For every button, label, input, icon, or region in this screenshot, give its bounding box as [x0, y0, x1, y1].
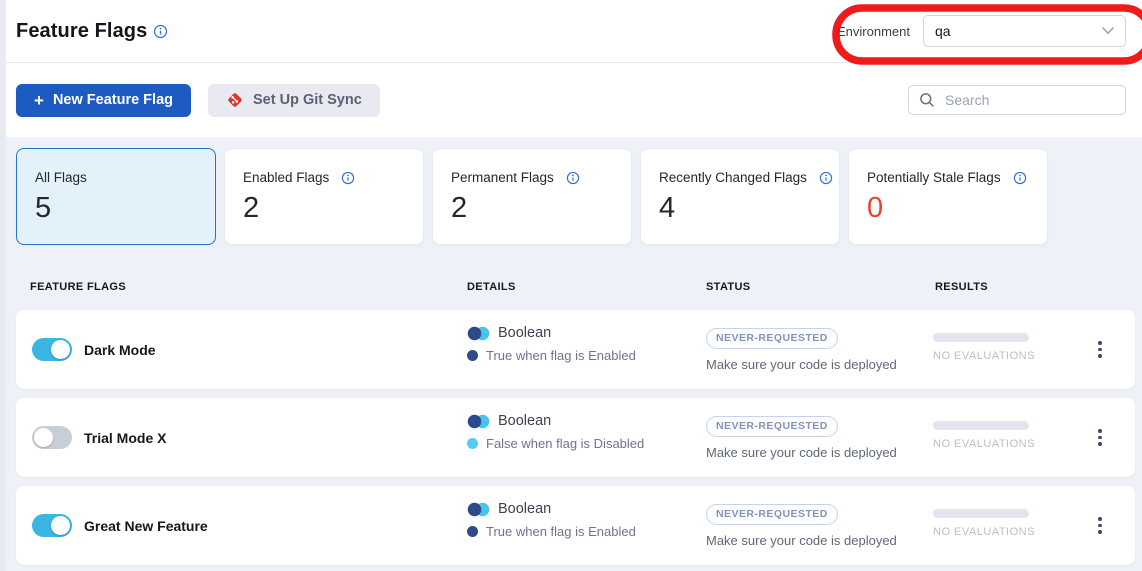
table-row[interactable]: Dark Mode Boolean True when flag is Enab…: [16, 310, 1135, 389]
row-menu-button[interactable]: [1088, 512, 1112, 540]
table-row[interactable]: Great New Feature Boolean True when flag…: [16, 486, 1135, 565]
results-label: NO EVALUATIONS: [933, 350, 1035, 362]
stat-card-all-flags[interactable]: All Flags 5: [16, 148, 216, 245]
page-header: Feature Flags Environment qa: [0, 0, 1142, 63]
search-icon: [919, 92, 935, 108]
environment-control: Environment qa: [837, 15, 1126, 47]
stat-value: 5: [35, 192, 203, 225]
stat-card-recently-changed-flags[interactable]: Recently Changed Flags 4: [640, 148, 840, 245]
stat-card-permanent-flags[interactable]: Permanent Flags 2: [432, 148, 632, 245]
flag-name[interactable]: Dark Mode: [84, 342, 156, 358]
flag-results: NO EVALUATIONS: [933, 421, 1035, 450]
flag-type-label: Boolean: [498, 413, 551, 429]
boolean-type-icon: [467, 414, 490, 429]
info-icon[interactable]: [153, 24, 168, 39]
row-menu-button[interactable]: [1088, 336, 1112, 364]
rule-text: True when flag is Enabled: [486, 524, 636, 539]
rule-text: False when flag is Disabled: [486, 436, 644, 451]
flag-status: NEVER-REQUESTED Make sure your code is d…: [706, 328, 897, 372]
search-box: [908, 85, 1126, 115]
flag-name[interactable]: Great New Feature: [84, 518, 208, 534]
flag-type-label: Boolean: [498, 501, 551, 517]
flag-status: NEVER-REQUESTED Make sure your code is d…: [706, 504, 897, 548]
results-label: NO EVALUATIONS: [933, 438, 1035, 450]
table-header: FEATURE FLAGS DETAILS STATUS RESULTS: [16, 245, 1142, 310]
stat-card-enabled-flags[interactable]: Enabled Flags 2: [224, 148, 424, 245]
results-bar: [933, 509, 1029, 518]
new-feature-flag-label: New Feature Flag: [53, 92, 173, 108]
rule-text: True when flag is Enabled: [486, 348, 636, 363]
stat-card-potentially-stale-flags[interactable]: Potentially Stale Flags 0: [848, 148, 1048, 245]
toggle-knob: [51, 516, 70, 535]
page-gutter: [0, 0, 6, 571]
row-menu-button[interactable]: [1088, 424, 1112, 452]
status-badge: NEVER-REQUESTED: [706, 416, 838, 437]
search-input[interactable]: [943, 91, 1115, 109]
stats-cards: All Flags 5 Enabled Flags 2 Permanent Fl…: [16, 148, 1142, 245]
plus-icon: +: [34, 92, 44, 109]
flag-results: NO EVALUATIONS: [933, 509, 1035, 538]
status-text: Make sure your code is deployed: [706, 445, 897, 460]
main-content: All Flags 5 Enabled Flags 2 Permanent Fl…: [0, 137, 1142, 565]
stat-label: All Flags: [35, 170, 87, 185]
info-icon[interactable]: [566, 171, 580, 185]
info-icon[interactable]: [341, 171, 355, 185]
rule-value-dot: [467, 438, 478, 449]
new-feature-flag-button[interactable]: + New Feature Flag: [16, 84, 191, 117]
stat-label: Potentially Stale Flags: [867, 170, 1001, 185]
git-icon: [226, 91, 244, 109]
status-badge: NEVER-REQUESTED: [706, 504, 838, 525]
set-up-git-sync-button[interactable]: Set Up Git Sync: [208, 84, 380, 117]
info-icon[interactable]: [1013, 171, 1027, 185]
stat-label: Enabled Flags: [243, 170, 329, 185]
stat-value: 2: [451, 192, 619, 225]
stat-value: 0: [867, 192, 1035, 225]
column-header-details: DETAILS: [467, 281, 516, 293]
rule-value-dot: [467, 350, 478, 361]
page-title: Feature Flags: [16, 20, 147, 43]
column-header-feature-flags: FEATURE FLAGS: [30, 281, 126, 293]
flag-toggle[interactable]: [32, 338, 72, 361]
toggle-knob: [51, 340, 70, 359]
stat-label: Recently Changed Flags: [659, 170, 807, 185]
status-text: Make sure your code is deployed: [706, 533, 897, 548]
flag-details: Boolean False when flag is Disabled: [467, 413, 644, 451]
git-sync-label: Set Up Git Sync: [253, 92, 362, 108]
column-header-status: STATUS: [706, 281, 750, 293]
stat-value: 4: [659, 192, 827, 225]
flag-type-label: Boolean: [498, 325, 551, 341]
environment-selected-value: qa: [935, 23, 951, 39]
flag-toggle[interactable]: [32, 514, 72, 537]
environment-select[interactable]: qa: [923, 15, 1126, 47]
chevron-down-icon: [1102, 27, 1114, 35]
status-text: Make sure your code is deployed: [706, 357, 897, 372]
flag-status: NEVER-REQUESTED Make sure your code is d…: [706, 416, 897, 460]
toolbar: + New Feature Flag Set Up Git Sync: [0, 63, 1142, 137]
flag-toggle[interactable]: [32, 426, 72, 449]
boolean-type-icon: [467, 502, 490, 517]
stat-label: Permanent Flags: [451, 170, 554, 185]
table-row[interactable]: Trial Mode X Boolean False when flag is …: [16, 398, 1135, 477]
stat-value: 2: [243, 192, 411, 225]
toggle-knob: [34, 428, 53, 447]
flag-results: NO EVALUATIONS: [933, 333, 1035, 362]
rule-value-dot: [467, 526, 478, 537]
flag-name[interactable]: Trial Mode X: [84, 430, 166, 446]
flag-details: Boolean True when flag is Enabled: [467, 325, 636, 363]
column-header-results: RESULTS: [935, 281, 988, 293]
environment-label: Environment: [837, 24, 910, 39]
results-label: NO EVALUATIONS: [933, 526, 1035, 538]
results-bar: [933, 421, 1029, 430]
boolean-type-icon: [467, 326, 490, 341]
flag-details: Boolean True when flag is Enabled: [467, 501, 636, 539]
info-icon[interactable]: [819, 171, 833, 185]
status-badge: NEVER-REQUESTED: [706, 328, 838, 349]
results-bar: [933, 333, 1029, 342]
